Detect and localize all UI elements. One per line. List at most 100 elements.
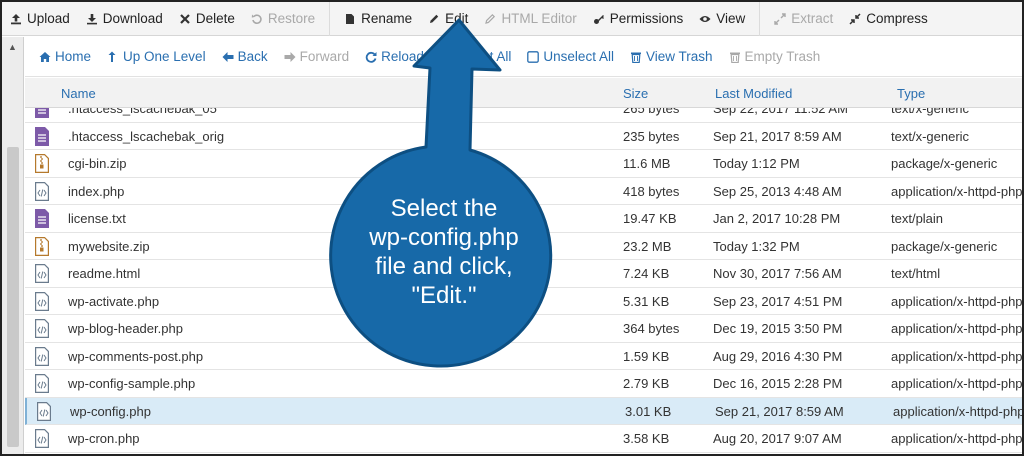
column-header-last-modified[interactable]: Last Modified xyxy=(715,86,792,101)
code-file-icon xyxy=(35,374,49,393)
code-file-icon xyxy=(35,346,49,366)
file-size: 23.2 MB xyxy=(623,238,672,254)
file-type: application/x-httpd-php xyxy=(893,403,1022,419)
file-last-modified: Sep 22, 2017 11:52 AM xyxy=(713,108,848,116)
download-label: Download xyxy=(102,11,163,26)
extract-label: Extract xyxy=(791,11,834,26)
upload-label: Upload xyxy=(27,11,70,26)
upload-button[interactable]: Upload xyxy=(2,2,78,36)
file-size: 7.24 KB xyxy=(623,266,670,281)
file-type: package/x-generic xyxy=(891,156,998,171)
file-name: wp-cron.php xyxy=(68,431,140,446)
restore-label: Restore xyxy=(267,11,316,26)
file-last-modified: Sep 21, 2017 8:59 AM xyxy=(715,403,844,419)
up-one-level-button[interactable]: Up One Level xyxy=(99,49,214,64)
text-file-icon xyxy=(35,108,49,118)
back-button[interactable]: Back xyxy=(214,49,276,64)
code-file-icon xyxy=(35,291,49,311)
callout-line: Select the xyxy=(390,195,498,222)
file-size: 3.58 KB xyxy=(623,431,670,446)
code-file-icon xyxy=(37,401,51,421)
file-type: text/x-generic xyxy=(891,128,970,144)
file-last-modified: Today 1:32 PM xyxy=(713,238,800,254)
tree-scrollbar-thumb[interactable] xyxy=(7,147,19,447)
zip-file-icon xyxy=(35,154,49,173)
delete-icon xyxy=(180,13,190,24)
code-file-icon xyxy=(35,264,49,283)
arrow-right-icon xyxy=(284,51,296,62)
arrow-left-icon xyxy=(222,51,234,62)
directory-tree-pane: ▲ xyxy=(2,37,24,454)
file-last-modified: Aug 20, 2017 9:07 AM xyxy=(713,431,842,446)
compress-label: Compress xyxy=(866,11,928,26)
delete-button[interactable]: Delete xyxy=(171,2,243,36)
scroll-up-arrow-icon[interactable]: ▲ xyxy=(8,42,17,52)
file-name: mywebsite.zip xyxy=(68,238,150,254)
file-type: application/x-httpd-php xyxy=(891,376,1022,391)
file-size: 19.47 KB xyxy=(623,211,677,226)
file-last-modified: Dec 19, 2015 3:50 PM xyxy=(713,321,843,336)
permissions-label: Permissions xyxy=(609,11,684,26)
level-up-icon xyxy=(108,51,116,62)
trash-icon xyxy=(729,52,740,63)
code-file-icon xyxy=(35,429,49,448)
restore-button[interactable]: Restore xyxy=(243,2,323,36)
home-label: Home xyxy=(55,49,92,64)
table-row[interactable]: wp-cron.php 3.58 KB Aug 20, 2017 9:07 AM ap… xyxy=(25,425,1022,453)
file-size: 265 bytes xyxy=(623,108,680,116)
code-file-icon xyxy=(35,181,49,201)
file-name: index.php xyxy=(68,183,125,199)
file-name: wp-config-sample.php xyxy=(68,376,196,391)
file-type: text/html xyxy=(891,266,941,281)
file-last-modified: Sep 21, 2017 8:59 AM xyxy=(713,128,842,144)
file-manager-window: Upload Download Delete Restore Rename Ed… xyxy=(0,0,1024,456)
home-button[interactable]: Home xyxy=(31,49,99,64)
file-last-modified: Aug 29, 2016 4:30 PM xyxy=(713,348,843,364)
toolbar-divider xyxy=(759,2,761,36)
back-label: Back xyxy=(237,49,268,64)
column-header-type[interactable]: Type xyxy=(897,86,925,101)
file-last-modified: Sep 25, 2013 4:48 AM xyxy=(713,183,842,199)
callout-shape xyxy=(329,18,553,368)
file-size: 235 bytes xyxy=(623,128,680,144)
file-type: application/x-httpd-php xyxy=(891,293,1022,309)
home-icon xyxy=(39,51,51,62)
compress-button[interactable]: Compress xyxy=(841,2,936,36)
file-name: wp-config.php xyxy=(70,403,151,419)
column-header-size[interactable]: Size xyxy=(623,86,648,101)
file-size: 2.79 KB xyxy=(623,376,670,391)
file-size: 364 bytes xyxy=(623,321,680,336)
permissions-button[interactable]: Permissions xyxy=(585,2,692,36)
view-button[interactable]: View xyxy=(691,2,753,36)
view-trash-button[interactable]: View Trash xyxy=(622,49,721,64)
file-type: text/plain xyxy=(891,211,944,226)
download-button[interactable]: Download xyxy=(78,2,171,36)
trash-icon xyxy=(630,52,641,63)
upload-icon xyxy=(11,13,21,24)
file-type: application/x-httpd-php xyxy=(891,431,1022,446)
eye-icon xyxy=(699,15,711,22)
file-name: wp-activate.php xyxy=(68,293,160,309)
table-row[interactable]: wp-config.php 3.01 KB Sep 21, 2017 8:59 AM… xyxy=(25,397,1022,425)
file-type: text/x-generic xyxy=(891,108,970,116)
file-size: 3.01 KB xyxy=(625,403,672,419)
file-type: application/x-httpd-php xyxy=(891,321,1022,336)
column-header-name[interactable]: Name xyxy=(61,86,96,101)
callout-line: wp-config.php xyxy=(369,224,519,251)
key-icon xyxy=(593,14,604,24)
callout-line: "Edit." xyxy=(411,282,477,309)
restore-icon xyxy=(251,13,262,24)
file-last-modified: Today 1:12 PM xyxy=(713,156,800,171)
text-file-icon xyxy=(35,209,49,228)
empty-trash-button[interactable]: Empty Trash xyxy=(721,49,829,64)
text-file-icon xyxy=(35,126,49,146)
file-last-modified: Nov 30, 2017 7:56 AM xyxy=(713,266,842,281)
file-name: cgi-bin.zip xyxy=(68,156,127,171)
view-label: View xyxy=(716,11,746,26)
extract-button[interactable]: Extract xyxy=(766,2,841,36)
file-type: application/x-httpd-php xyxy=(891,183,1022,199)
file-name: wp-comments-post.php xyxy=(68,348,204,364)
view-trash-label: View Trash xyxy=(645,49,713,64)
callout-line: file and click, xyxy=(375,253,513,280)
file-name: license.txt xyxy=(68,211,126,226)
